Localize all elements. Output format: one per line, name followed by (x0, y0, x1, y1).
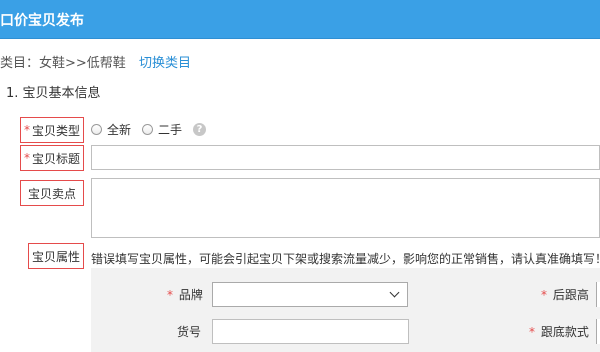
heel-height-label-text: 后跟高 (552, 288, 589, 302)
selling-point-label-text: 宝贝卖点 (27, 186, 76, 201)
page-header (0, 0, 600, 39)
switch-category-link[interactable]: 切换类目 (139, 52, 191, 71)
section-title: 1. 宝贝基本信息 (6, 86, 101, 101)
item-title-label-text: 宝贝标题 (31, 151, 80, 166)
brand-label: * 品牌 (167, 286, 203, 303)
heel-height-select[interactable] (596, 282, 600, 307)
brand-label-text: 品牌 (178, 288, 203, 302)
heel-style-label: * 跟底款式 (529, 323, 589, 340)
item-type-label-text: 宝贝类型 (31, 123, 80, 138)
item-attributes-label-text: 宝贝属性 (31, 249, 80, 264)
category-breadcrumb: 类目：女鞋>>低帮鞋 (0, 56, 126, 71)
selling-point-label: 宝贝卖点 (20, 180, 84, 206)
heel-style-label-text: 跟底款式 (540, 325, 589, 339)
page-title: 口价宝贝发布 (0, 13, 84, 29)
item-no-label: 货号 (177, 325, 202, 339)
required-mark: * (167, 288, 173, 302)
required-mark: * (529, 325, 535, 339)
attributes-warning: 错误填写宝贝属性，可能会引起宝贝下架或搜索流量减少，影响您的正常销售，请认真准确… (91, 252, 600, 266)
radio-used[interactable] (142, 124, 153, 135)
required-mark: * (541, 288, 547, 302)
radio-new-label[interactable]: 全新 (107, 121, 131, 138)
item-no-input[interactable] (212, 319, 409, 344)
item-type-label: * 宝贝类型 (20, 117, 84, 143)
help-icon[interactable]: ? (193, 123, 206, 136)
required-mark: * (23, 151, 30, 165)
heel-height-label: * 后跟高 (541, 286, 589, 303)
item-title-label: * 宝贝标题 (20, 145, 84, 171)
chevron-down-icon (389, 287, 400, 298)
selling-point-textarea[interactable] (91, 178, 600, 238)
item-title-input[interactable] (91, 145, 600, 170)
required-mark: * (23, 123, 30, 137)
radio-new[interactable] (91, 124, 102, 135)
heel-style-select[interactable] (596, 319, 600, 344)
radio-used-label[interactable]: 二手 (158, 121, 182, 138)
item-attributes-label: 宝贝属性 (28, 243, 84, 269)
brand-select[interactable] (212, 282, 408, 307)
